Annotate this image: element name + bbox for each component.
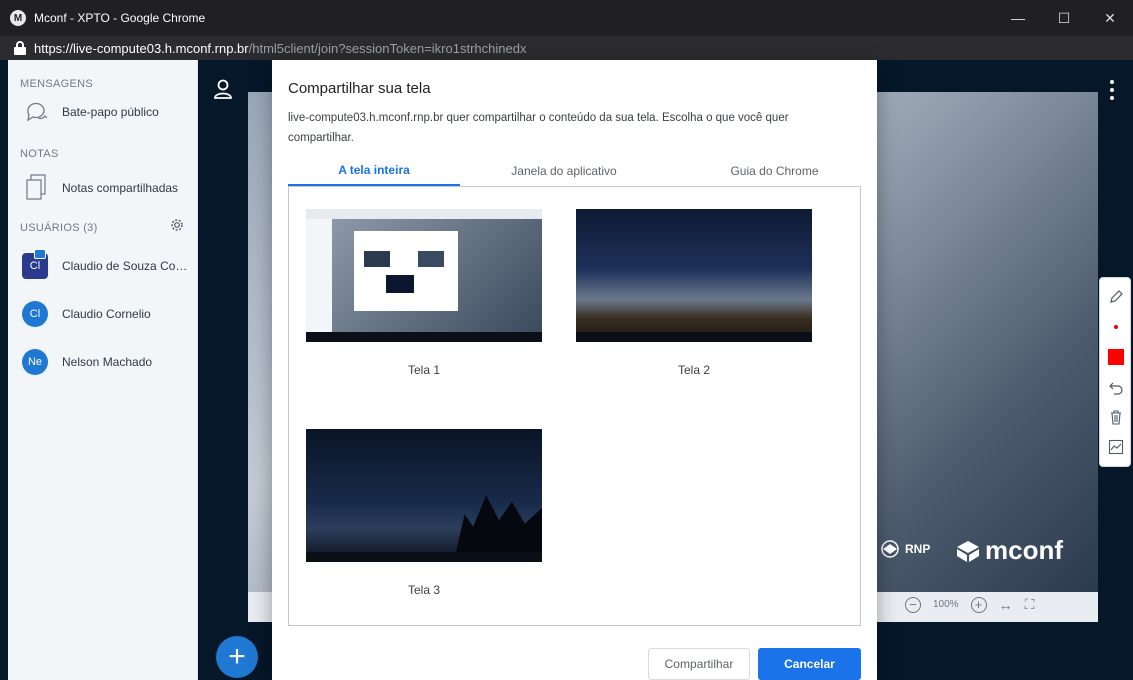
notes-icon [26, 174, 46, 200]
tab-application-window[interactable]: Janela do aplicativo [478, 156, 650, 186]
address-bar[interactable]: https://live-compute03.h.mconf.rnp.br/ht… [0, 36, 1133, 60]
user-icon[interactable] [212, 78, 234, 100]
chart-icon[interactable] [1100, 432, 1132, 462]
sidebar-item-shared-notes[interactable]: Notas compartilhadas [8, 168, 198, 208]
user-list-item[interactable]: Ne Nelson Machado [8, 342, 198, 382]
more-options-icon[interactable] [1110, 80, 1116, 100]
avatar: Ne [22, 349, 48, 375]
window-controls: — ☐ ✕ [995, 0, 1133, 36]
zoom-out-button[interactable]: − [905, 596, 921, 613]
undo-icon[interactable] [1100, 372, 1132, 402]
share-screen-dialog: Compartilhar sua tela live-compute03.h.m… [272, 60, 877, 680]
dot-icon[interactable] [1100, 312, 1132, 342]
dialog-title: Compartilhar sua tela [288, 80, 431, 97]
sidebar: MENSAGENS Bate-papo público NOTAS Notas … [8, 60, 198, 680]
user-name: Claudio de Souza Cor... [62, 259, 188, 273]
users-section-title: USUÁRIOS (3) [20, 222, 98, 234]
shared-notes-label: Notas compartilhadas [62, 181, 179, 195]
zoom-in-button[interactable]: + [970, 596, 987, 613]
user-list-item[interactable]: Cl Claudio Cornelio [8, 294, 198, 334]
fit-width-button[interactable]: ↔ [999, 597, 1013, 613]
screen-2-label: Tela 2 [677, 363, 711, 377]
share-button[interactable]: Compartilhar [648, 648, 750, 680]
fullscreen-button[interactable]: ⛶ [1025, 596, 1035, 613]
screen-1-label: Tela 1 [407, 363, 441, 377]
window-titlebar: M Mconf - XPTO - Google Chrome — ☐ ✕ [0, 0, 1133, 36]
user-list-item[interactable]: Cl Claudio de Souza Cor... [8, 246, 198, 286]
tab-chrome-tab[interactable]: Guia do Chrome [688, 156, 861, 186]
cancel-button[interactable]: Cancelar [758, 648, 861, 680]
mconf-logo-icon [957, 540, 979, 562]
rnp-logo: RNP [878, 540, 930, 558]
actions-fab-button[interactable]: + [216, 636, 258, 678]
close-window-button[interactable]: ✕ [1087, 0, 1133, 36]
rnp-logo-text: RNP [905, 542, 931, 556]
url-path: /html5client/join?sessionToken=ikro1strh… [248, 40, 527, 56]
tab-entire-screen[interactable]: A tela inteira [288, 156, 460, 186]
lock-icon [14, 41, 26, 55]
rnp-logo-icon [881, 540, 899, 558]
screens-panel: Tela 1 Tela 2 Tela 3 [288, 186, 861, 626]
presenter-badge-icon [34, 249, 46, 259]
window-title: Mconf - XPTO - Google Chrome [34, 11, 206, 25]
screen-2-thumbnail [576, 209, 812, 342]
screen-3-label: Tela 3 [407, 583, 441, 597]
zoom-controls: − 100% + ↔ ⛶ [905, 596, 1034, 613]
screen-1-thumbnail [306, 209, 542, 342]
pencil-icon[interactable] [1100, 282, 1132, 312]
maximize-button[interactable]: ☐ [1041, 0, 1087, 36]
mconf-logo: mconf [955, 535, 1063, 566]
mconf-app-icon: M [10, 10, 26, 26]
trash-icon[interactable] [1100, 402, 1132, 432]
url-text[interactable]: https://live-compute03.h.mconf.rnp.br/ht… [34, 41, 526, 56]
zoom-level: 100% [933, 599, 959, 610]
user-name: Claudio Cornelio [62, 307, 151, 321]
screen-3-thumbnail [306, 429, 542, 562]
user-name: Nelson Machado [62, 355, 153, 369]
mconf-logo-text: mconf [985, 535, 1063, 565]
sidebar-item-public-chat[interactable]: Bate-papo público [8, 92, 198, 132]
messages-section-title: MENSAGENS [20, 78, 93, 90]
notes-section-title: NOTAS [20, 148, 59, 160]
avatar: Cl [22, 249, 48, 279]
color-icon[interactable] [1100, 342, 1132, 372]
share-tabs: A tela inteira Janela do aplicativo Guia… [288, 156, 861, 186]
chat-icon [27, 102, 48, 122]
dialog-description: live-compute03.h.mconf.rnp.br quer compa… [288, 112, 789, 144]
minimize-button[interactable]: — [995, 0, 1041, 36]
avatar: Cl [22, 301, 48, 327]
url-host: https://live-compute03.h.mconf.rnp.br [34, 40, 249, 56]
whiteboard-toolbar [1099, 277, 1131, 467]
public-chat-label: Bate-papo público [62, 105, 159, 119]
gear-icon[interactable] [170, 218, 184, 232]
